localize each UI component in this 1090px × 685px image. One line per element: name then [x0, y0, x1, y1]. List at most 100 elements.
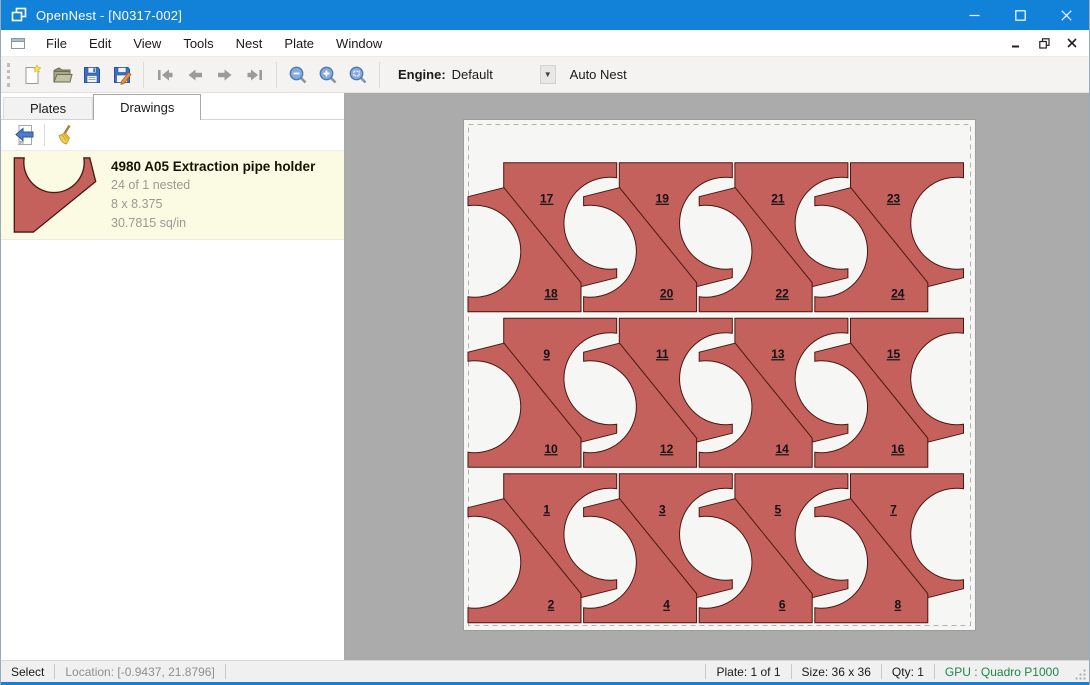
status-bar: Select Location: [-0.9437, 21.8796] Plat…	[1, 660, 1089, 682]
drawing-list-item[interactable]: 4980 A05 Extraction pipe holder 24 of 1 …	[1, 151, 344, 240]
part-number-label: 4	[663, 598, 670, 612]
status-plate: Plate: 1 of 1	[706, 665, 790, 679]
menu-view[interactable]: View	[122, 30, 172, 56]
nest-canvas[interactable]: 171921231820222491113151012141613572468	[345, 93, 1089, 660]
menu-edit[interactable]: Edit	[78, 30, 122, 56]
part-number-label: 2	[548, 598, 555, 612]
go-first-icon	[154, 64, 176, 86]
maximize-icon	[1015, 10, 1026, 21]
resize-grip[interactable]	[1073, 667, 1087, 681]
part-number-label: 16	[891, 442, 905, 456]
drawings-toolbar	[1, 120, 344, 151]
part-number-label: 1	[543, 503, 550, 517]
status-mode: Select	[1, 665, 54, 679]
mdi-minimize-button[interactable]	[1005, 32, 1027, 54]
maximize-button[interactable]	[997, 0, 1043, 30]
zoom-out-button[interactable]	[283, 60, 313, 90]
part-thumbnail	[13, 156, 97, 234]
part-number-label: 5	[775, 503, 782, 517]
status-gpu: GPU : Quadro P1000	[935, 665, 1069, 679]
menu-file[interactable]: File	[35, 30, 78, 56]
menu-plate[interactable]: Plate	[273, 30, 325, 56]
mdi-child-icon[interactable]	[11, 37, 26, 50]
go-next-icon	[214, 64, 236, 86]
tab-strip: Plates Drawings	[1, 93, 344, 120]
new-drawing-button[interactable]	[17, 60, 47, 90]
zoom-in-icon	[317, 64, 339, 86]
toolbar-separator	[143, 62, 144, 88]
part-number-label: 9	[543, 347, 550, 361]
drawing-title: 4980 A05 Extraction pipe holder	[111, 157, 315, 176]
minimize-button[interactable]	[951, 0, 997, 30]
save-button[interactable]	[77, 60, 107, 90]
go-first-button[interactable]	[150, 60, 180, 90]
import-drawing-button[interactable]	[11, 122, 39, 148]
part-number-label: 3	[659, 503, 666, 517]
auto-nest-button[interactable]: Auto Nest	[570, 67, 627, 82]
part-number-label: 11	[656, 347, 669, 361]
part-number-label: 24	[891, 287, 905, 301]
mdi-minimize-icon	[1011, 38, 1021, 48]
new-page-icon	[21, 64, 43, 86]
drawing-area: 30.7815 sq/in	[111, 214, 315, 233]
close-icon	[1061, 10, 1072, 21]
menu-tools[interactable]: Tools	[172, 30, 224, 56]
go-last-icon	[244, 64, 266, 86]
chevron-down-icon[interactable]: ▼	[540, 65, 556, 84]
go-previous-icon	[184, 64, 206, 86]
zoom-out-icon	[287, 64, 309, 86]
status-size: Size: 36 x 36	[792, 665, 881, 679]
mdi-restore-icon	[1039, 38, 1050, 49]
title-bar: OpenNest - [N0317-002]	[1, 0, 1089, 30]
tab-drawings[interactable]: Drawings	[93, 94, 201, 120]
toolbar-grip[interactable]	[7, 63, 10, 87]
tab-plates[interactable]: Plates	[3, 97, 93, 119]
part-number-label: 10	[544, 442, 558, 456]
part-number-label: 20	[660, 287, 674, 301]
close-button[interactable]	[1043, 0, 1089, 30]
part-number-label: 14	[776, 442, 790, 456]
zoom-fit-button[interactable]	[343, 60, 373, 90]
mdi-restore-button[interactable]	[1033, 32, 1055, 54]
part-number-label: 12	[660, 442, 674, 456]
menu-nest[interactable]: Nest	[225, 30, 274, 56]
part-number-label: 21	[771, 192, 785, 206]
drawing-nested-count: 24 of 1 nested	[111, 176, 315, 195]
broom-icon	[52, 123, 76, 147]
import-drawing-icon	[13, 123, 37, 147]
part-number-label: 8	[894, 598, 901, 612]
part-number-label: 17	[540, 192, 554, 206]
engine-label: Engine:	[398, 67, 446, 82]
go-previous-button[interactable]	[180, 60, 210, 90]
part-number-label: 13	[771, 347, 785, 361]
mdi-close-button[interactable]	[1061, 32, 1083, 54]
app-icon	[10, 7, 28, 23]
part-number-label: 7	[890, 503, 897, 517]
mdi-close-icon	[1067, 38, 1077, 48]
open-file-button[interactable]	[47, 60, 77, 90]
plate[interactable]: 171921231820222491113151012141613572468	[463, 119, 976, 631]
toolbar-separator	[44, 124, 45, 146]
app-window: OpenNest - [N0317-002] File Edit View To…	[0, 0, 1090, 685]
save-edit-button[interactable]	[107, 60, 137, 90]
zoom-in-button[interactable]	[313, 60, 343, 90]
engine-combobox[interactable]: Default ▼	[452, 65, 556, 84]
zoom-fit-icon	[347, 64, 369, 86]
save-edit-floppy-pencil-icon	[111, 64, 133, 86]
menu-bar: File Edit View Tools Nest Plate Window	[1, 30, 1089, 57]
open-folder-icon	[51, 64, 73, 86]
go-next-button[interactable]	[210, 60, 240, 90]
part-number-label: 6	[779, 598, 786, 612]
plate-drawing: 171921231820222491113151012141613572468	[464, 120, 975, 630]
clean-button[interactable]	[50, 122, 78, 148]
part-number-label: 22	[776, 287, 790, 301]
part-number-label: 23	[887, 192, 901, 206]
part-number-label: 15	[887, 347, 901, 361]
window-title: OpenNest - [N0317-002]	[36, 8, 182, 23]
go-last-button[interactable]	[240, 60, 270, 90]
save-floppy-icon	[81, 64, 103, 86]
status-qty: Qty: 1	[882, 665, 934, 679]
main-toolbar: Engine: Default ▼ Auto Nest	[1, 57, 1089, 93]
status-separator	[225, 664, 226, 679]
menu-window[interactable]: Window	[325, 30, 393, 56]
